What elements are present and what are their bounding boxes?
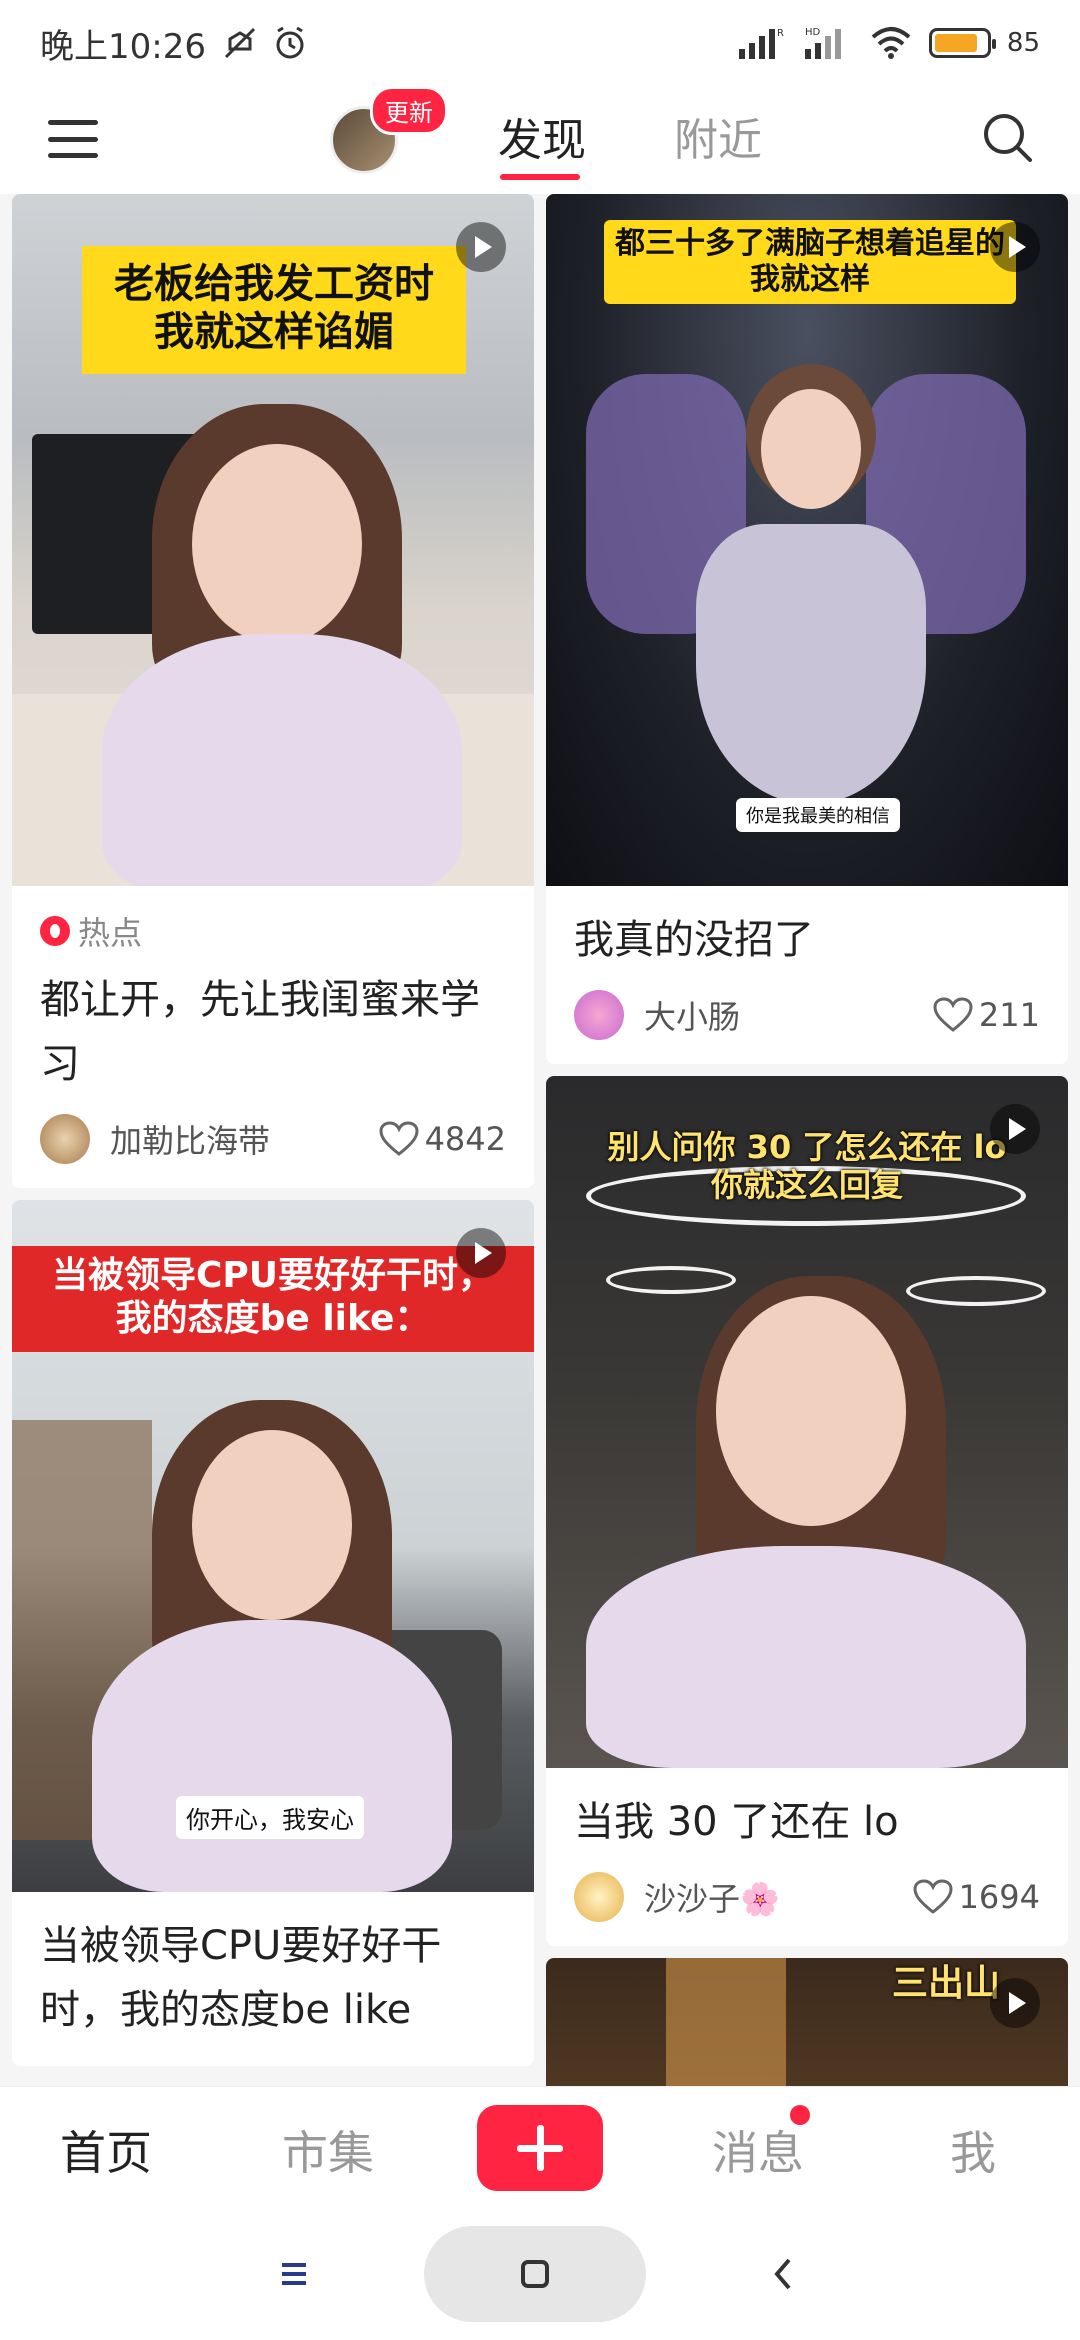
top-nav: 更新 发现 附近 [0,86,1080,194]
heart-icon [933,997,973,1032]
bottom-tab-bar: 首页 市集 消息 我 [0,2086,1080,2206]
status-bar: 晚上10:26 R HD 85 [0,0,1080,86]
cover-caption: 都三十多了满脑子想着追星的 我就这样 [604,220,1016,304]
video-subtitle: 你是我最美的相信 [736,798,900,832]
hot-tag: 热点 [40,908,506,954]
play-icon [456,1228,506,1278]
heart-icon [379,1121,419,1156]
plus-icon[interactable] [477,2105,603,2191]
tab-home[interactable]: 首页 [60,2117,152,2183]
feed-card[interactable]: 三出山 [546,1958,1068,2086]
svg-text:HD: HD [805,27,821,38]
video-subtitle: 你开心，我安心 [176,1796,364,1839]
feed-column-right: 都三十多了满脑子想着追星的 我就这样 你是我最美的相信 我真的没招了 大小肠 2… [546,194,1068,2086]
cover-caption: 老板给我发工资时 我就这样谄媚 [82,246,466,374]
status-time: 晚上10:26 [40,26,206,67]
tab-discover[interactable]: 发现 [498,104,586,168]
play-icon [990,222,1040,272]
feed: 老板给我发工资时 我就这样谄媚 热点 都让开，先让我闺蜜来学习 加勒比海带 48… [0,194,1080,2086]
card-title: 当我 30 了还在 lo [574,1799,899,1845]
card-cover: 别人问你 30 了怎么还在 lo 你就这么回复 [546,1076,1068,1768]
feed-column-left: 老板给我发工资时 我就这样谄媚 热点 都让开，先让我闺蜜来学习 加勒比海带 48… [12,194,534,2078]
play-icon [990,1978,1040,2028]
like-button[interactable]: 211 [933,996,1040,1034]
cover-caption: 别人问你 30 了怎么还在 lo 你就这么回复 [607,1128,1007,1205]
like-button[interactable]: 1694 [913,1878,1040,1916]
battery-percent: 85 [1006,28,1040,58]
author-avatar[interactable] [40,1114,90,1164]
cover-caption: 当被领导CPU要好好干时， 我的态度be like： [12,1246,534,1352]
update-badge[interactable]: 更新 [370,86,448,135]
card-cover: 当被领导CPU要好好干时， 我的态度be like： 你开心，我安心 [12,1200,534,1892]
author-name[interactable]: 沙沙子🌸 [644,1874,780,1920]
recent-apps-icon[interactable] [254,2226,334,2322]
like-button[interactable]: 4842 [379,1120,506,1158]
play-icon [456,222,506,272]
alarm-icon [276,26,304,59]
author-avatar[interactable] [574,1872,624,1922]
unread-dot [790,2105,810,2125]
search-icon[interactable] [980,110,1036,166]
card-cover: 三出山 [546,1958,1068,2086]
card-cover: 老板给我发工资时 我就这样谄媚 [12,194,534,886]
signal-icon: R [738,28,784,59]
feed-card[interactable]: 都三十多了满脑子想着追星的 我就这样 你是我最美的相信 我真的没招了 大小肠 2… [546,194,1068,1064]
home-square-icon[interactable] [424,2226,646,2322]
back-icon[interactable] [744,2226,824,2322]
author-name[interactable]: 加勒比海带 [110,1116,270,1162]
feed-card[interactable]: 当被领导CPU要好好干时， 我的态度be like： 你开心，我安心 当被领导C… [12,1200,534,2066]
menu-icon[interactable] [48,114,98,164]
mute-icon [224,27,256,59]
card-title: 我真的没招了 [574,917,814,963]
card-title: 都让开，先让我闺蜜来学习 [40,977,480,1087]
feed-card[interactable]: 老板给我发工资时 我就这样谄媚 热点 都让开，先让我闺蜜来学习 加勒比海带 48… [12,194,534,1188]
wifi-icon [871,27,911,59]
battery-icon [928,28,996,58]
tab-me[interactable]: 我 [950,2117,996,2183]
tab-market[interactable]: 市集 [282,2117,374,2183]
author-avatar[interactable] [574,990,624,1040]
tab-nearby[interactable]: 附近 [674,104,762,168]
feed-card[interactable]: 别人问你 30 了怎么还在 lo 你就这么回复 当我 30 了还在 lo 沙沙子… [546,1076,1068,1946]
signal-icon: HD [804,27,841,59]
active-tab-indicator [500,174,580,180]
tab-messages[interactable]: 消息 [712,2117,804,2183]
card-cover: 都三十多了满脑子想着追星的 我就这样 你是我最美的相信 [546,194,1068,886]
svg-text:R: R [777,28,784,39]
play-icon [990,1104,1040,1154]
author-name[interactable]: 大小肠 [644,992,740,1038]
card-title: 当被领导CPU要好好干时，我的态度be like [40,1923,442,2033]
heart-icon [913,1879,953,1914]
system-nav-bar [0,2206,1080,2340]
fire-icon [40,916,70,946]
